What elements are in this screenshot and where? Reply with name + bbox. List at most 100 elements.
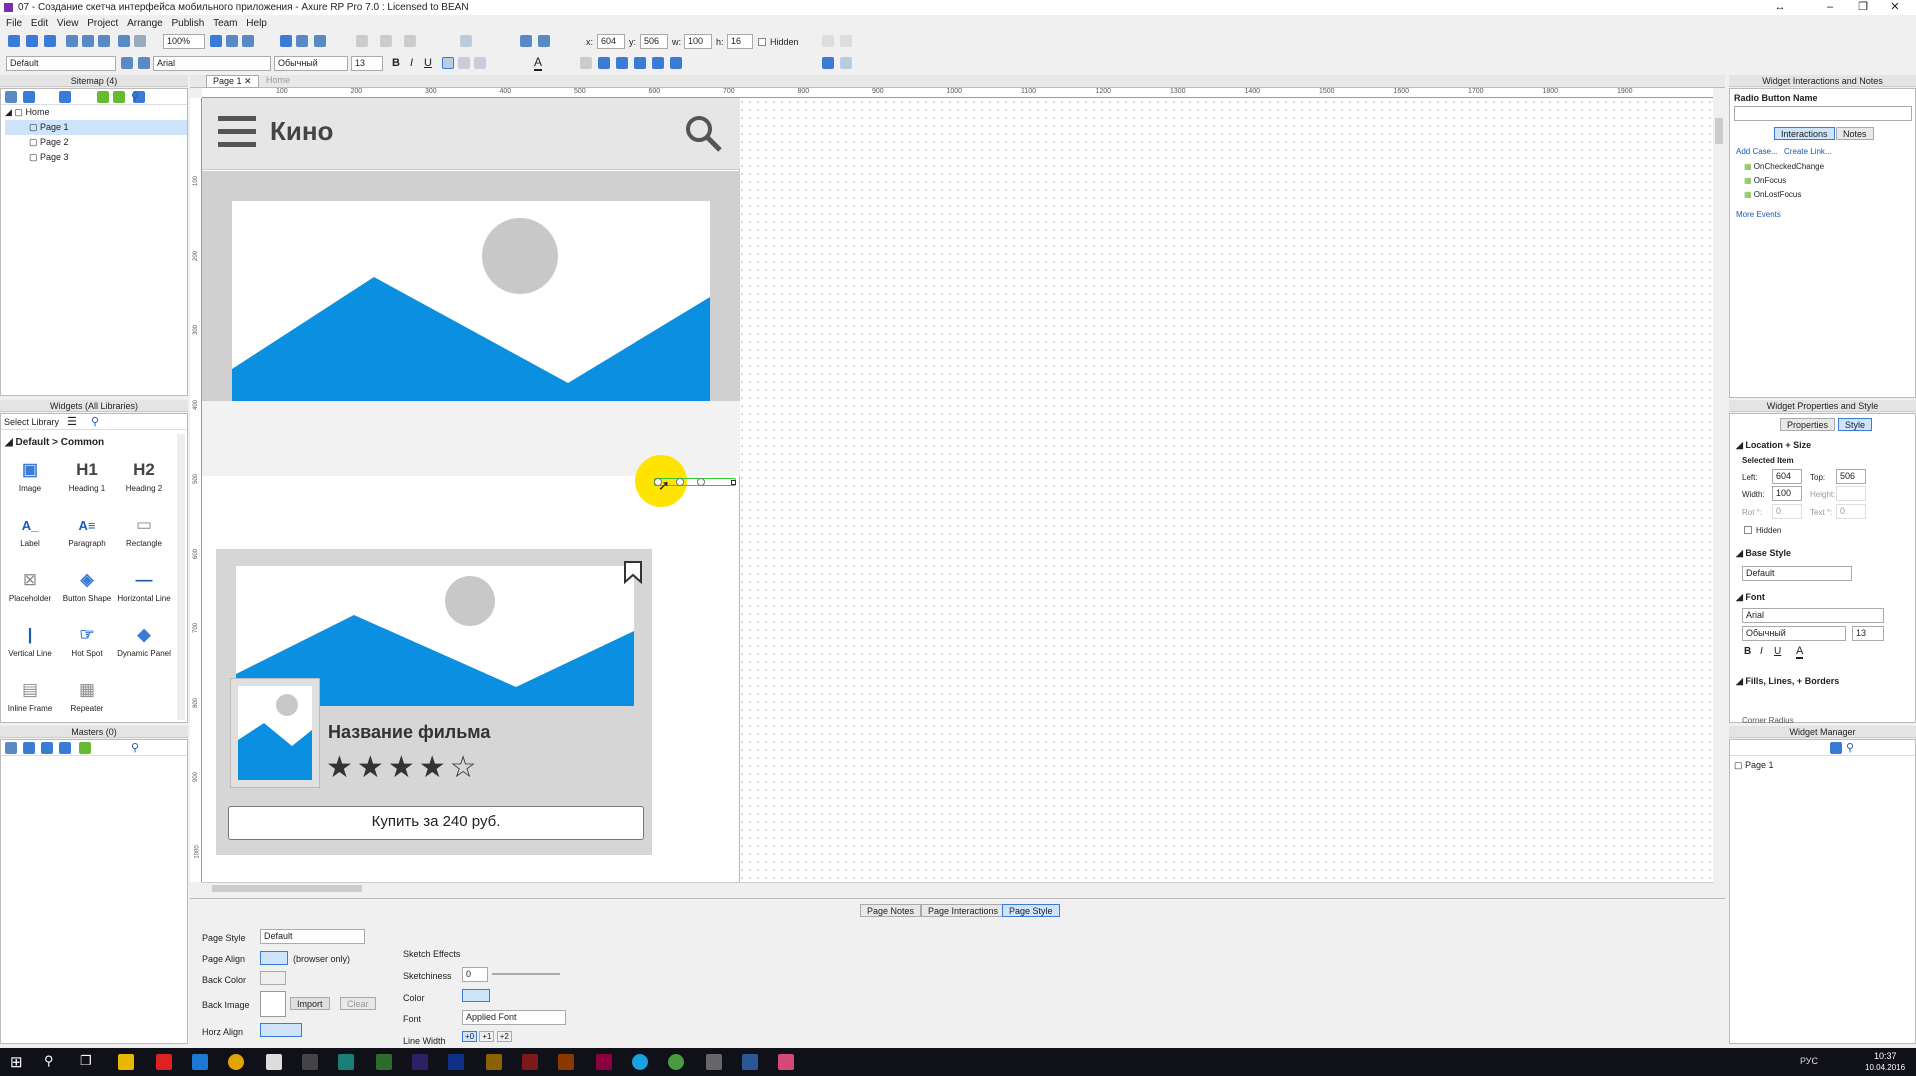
add-case-link[interactable]: Add Case... [1736,147,1778,156]
search-icon[interactable]: ⚲ [131,90,139,103]
distribute-icon[interactable] [460,35,472,47]
new-icon[interactable] [8,35,20,47]
line-weight-icon[interactable] [538,35,550,47]
menu-file[interactable]: File [6,16,22,31]
tab-page-interactions[interactable]: Page Interactions [921,904,1006,917]
menu-team[interactable]: Team [213,16,237,31]
bookmark-icon[interactable] [623,560,643,584]
fireworks-icon[interactable] [486,1054,502,1070]
master-outdent-icon[interactable] [79,742,91,754]
crop-icon[interactable] [242,35,254,47]
menu-arrange[interactable]: Arrange [127,16,163,31]
import-button[interactable]: Import [290,997,330,1010]
base-style-select[interactable]: Default [1742,566,1852,581]
bold-button[interactable]: B [1744,646,1751,657]
back-color-picker[interactable] [260,971,286,985]
width-input[interactable]: 100 [1772,486,1802,501]
sketchiness-slider[interactable] [492,973,560,975]
minimize-button[interactable]: – [1815,0,1845,15]
more-events-link[interactable]: More Events [1736,210,1781,219]
location-size-section[interactable]: ◢ Location + Size [1736,440,1811,451]
rotation-input[interactable]: 0 [1772,504,1802,519]
buy-button[interactable]: Купить за 240 руб. [228,806,644,840]
group-widget-icon[interactable] [634,57,646,69]
event-item[interactable]: ▦ OnFocus [1744,174,1824,188]
restore-arrows-icon[interactable]: ↔ [1765,0,1795,15]
line-width-toggle[interactable]: +0 +1 +2 [462,1031,512,1042]
scroll-thumb[interactable] [1715,118,1723,144]
preview-icon[interactable] [280,35,292,47]
menu-project[interactable]: Project [87,16,118,31]
save-icon[interactable] [44,35,56,47]
animate-alt-icon[interactable] [522,1054,538,1070]
select-library-dropdown[interactable]: Select Library [4,417,59,427]
add-master-folder-icon[interactable] [23,742,35,754]
add-page-icon[interactable] [5,91,17,103]
font-weight-select[interactable]: Обычный [274,56,348,71]
bold-button[interactable]: B [392,57,400,69]
align-icon[interactable] [404,35,416,47]
open-icon[interactable] [26,35,38,47]
app-icon[interactable] [266,1054,282,1070]
clear-button[interactable]: Clear [340,997,376,1010]
search-icon[interactable]: ⚲ [44,1053,54,1069]
widget-paragraph[interactable]: A≡ Paragraph [58,511,116,549]
font-size-select[interactable]: 13 [1852,626,1884,641]
font-size-select[interactable]: 13 [351,56,383,71]
tab-page-1[interactable]: Page 1 ✕ [206,75,259,88]
widget-placeholder[interactable]: ⊠ Placeholder [1,566,59,603]
group-icon[interactable] [356,35,368,47]
x-input[interactable]: 604 [597,34,625,49]
search-icon[interactable]: ⚲ [91,415,99,428]
y-input[interactable]: 506 [640,34,668,49]
tab-properties[interactable]: Properties [1780,418,1836,431]
calculator-icon[interactable] [706,1054,722,1070]
paste-icon[interactable] [98,35,110,47]
font-section[interactable]: ◢ Font [1736,592,1765,603]
height-input[interactable] [1836,486,1866,501]
order-icon[interactable] [380,35,392,47]
unlock-icon[interactable] [840,57,852,69]
line-width-1[interactable]: +1 [479,1031,495,1042]
publish-icon[interactable] [314,35,326,47]
tab-notes[interactable]: Notes [1836,127,1874,140]
filter-icon[interactable] [1830,742,1842,754]
sitemap-item-home[interactable]: ◢ ▢ Home [5,105,187,120]
widget-label[interactable]: A_ Label [1,511,59,549]
tab-interactions[interactable]: Interactions [1774,127,1835,140]
widget-button-shape[interactable]: ◈ Button Shape [58,566,116,603]
menu-edit[interactable]: Edit [31,16,48,31]
master-down-icon[interactable] [59,742,71,754]
sitemap-item-page-2[interactable]: ▢ Page 2 [5,135,187,150]
widget-name-input[interactable] [1734,106,1912,121]
canvas-horizontal-scrollbar[interactable] [202,882,1713,894]
line-width-0[interactable]: +0 [462,1031,478,1042]
hidden-checkbox[interactable] [1744,526,1752,534]
share-icon[interactable] [296,35,308,47]
hamburger-icon[interactable] [218,116,256,121]
font-weight-select[interactable]: Обычный [1742,626,1846,641]
indesign-icon[interactable] [596,1054,612,1070]
search-icon[interactable]: ⚲ [131,741,139,754]
widget-image[interactable]: ▣ Image [1,456,59,493]
maximize-button[interactable]: ❐ [1848,0,1878,15]
sitemap-item-page-3[interactable]: ▢ Page 3 [5,150,187,165]
connector-icon[interactable] [226,35,238,47]
hidden-checkbox[interactable] [758,38,766,46]
sketchiness-input[interactable]: 0 [462,967,488,982]
redo-icon[interactable] [134,35,146,47]
tab-style[interactable]: Style [1838,418,1873,431]
ungroup-icon[interactable] [652,57,664,69]
zoom-select[interactable]: 100% [163,34,205,49]
close-button[interactable]: ✕ [1880,0,1910,15]
top-input[interactable]: 506 [1836,469,1866,484]
axure-icon[interactable] [778,1054,794,1070]
font-color-icon[interactable]: A [534,55,543,71]
bring-front-icon[interactable] [598,57,610,69]
indent-icon[interactable] [113,91,125,103]
color-toggle[interactable] [462,989,490,1002]
widget-hot-spot[interactable]: ☞ Hot Spot [58,621,116,658]
lock-icon[interactable] [822,57,834,69]
event-item[interactable]: ▦ OnLostFocus [1744,188,1824,202]
sketch-font-select[interactable]: Applied Font [462,1010,566,1025]
